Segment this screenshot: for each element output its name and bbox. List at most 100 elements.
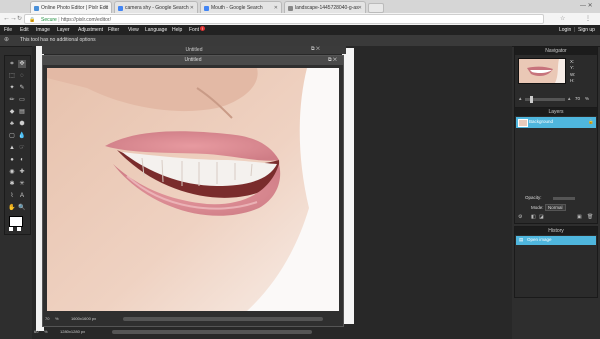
crop-icon[interactable]: ⌗ [8,60,16,68]
bucket-icon[interactable]: ◆ [8,108,16,116]
zoom-slider[interactable] [525,96,565,103]
menu-help[interactable]: Help [172,25,182,35]
layer-name: Background [529,119,554,124]
layer-mask-icon[interactable]: ◧ [531,214,536,220]
eraser-icon[interactable]: ▭ [18,96,26,104]
close-icon[interactable]: ✕ [104,2,108,13]
window-controls-icon[interactable]: — ✕ [580,2,593,9]
clone-stamp-icon[interactable]: ♣ [8,120,16,128]
zoom-unit: % [55,316,59,321]
history-item-label: Open image [527,237,552,242]
zoom-icon[interactable]: 🔍 [18,204,26,212]
back-image-window-title[interactable]: Untitled [42,46,346,54]
menu-view[interactable]: View [128,25,139,35]
window-buttons-icon[interactable]: ⧉ ✕ [328,57,337,63]
foreground-color-swatch[interactable] [9,216,23,227]
browser-tab-camera-shy[interactable]: camera shy - Google Search ✕ [114,1,198,13]
layer-row-background[interactable]: Background 🔒 [516,117,596,128]
image-window-title[interactable]: Untitled [43,56,343,65]
pencil-icon[interactable]: ✎ [18,84,26,92]
opacity-label: Opacity: [525,195,542,200]
close-icon[interactable]: ✕ [274,2,278,13]
gradient-icon[interactable]: ▤ [18,108,26,116]
zoom-value[interactable]: 70 [575,96,580,101]
mouth-photo [47,68,339,311]
horizontal-scrollbar[interactable] [123,317,323,321]
delete-layer-icon[interactable]: 🗑 [587,214,593,220]
tool-options-message: This tool has no additional options [20,37,96,43]
history-row-open-image[interactable]: ▤ Open image [516,236,596,245]
back-arrow-icon[interactable]: ← [3,14,10,24]
smudge-icon[interactable]: ☞ [18,144,26,152]
pixlr-favicon-icon [34,6,39,11]
hand-icon[interactable]: ✋ [8,204,16,212]
sharpen-icon[interactable]: ▲ [8,144,16,152]
new-layer-icon[interactable]: ▣ [577,214,582,220]
drawing-icon[interactable]: ▢ [8,132,16,140]
menu-image[interactable]: Image [36,25,50,35]
nav-w-label: W: [570,72,576,77]
nav-h-label: H: [570,78,575,83]
move-icon[interactable]: ✥ [18,60,26,68]
horizontal-scrollbar[interactable] [112,330,312,334]
marquee-icon[interactable]: ⬚ [8,72,16,80]
red-eye-icon[interactable]: ◉ [8,168,16,176]
layers-panel: Layers Background 🔒 Opacity: Mode: Norma… [514,107,598,224]
menu-layer[interactable]: Layer [57,25,70,35]
eyedropper-icon[interactable]: ⌇ [8,192,16,200]
menu-adjustment[interactable]: Adjustment [78,25,103,35]
navigator-thumbnail[interactable] [518,58,566,84]
menu-language[interactable]: Language [145,25,167,35]
close-icon[interactable]: ✕ [190,2,194,13]
browser-tab-pixlr[interactable]: Online Photo Editor | Pixlr Edit ✕ [30,1,112,13]
spot-heal-icon[interactable]: ✚ [18,168,26,176]
wand-icon[interactable]: ✦ [8,84,16,92]
lock-icon: 🔒 [588,119,594,124]
navigator-panel: Navigator X: Y: W: H: ▲ ▲ 70 % [514,46,598,108]
type-icon[interactable]: A [18,192,26,200]
new-tab-button[interactable] [368,3,384,13]
window-buttons-icon[interactable]: ⧉ ✕ [311,46,320,52]
nav-y-label: Y: [570,65,575,70]
forward-arrow-icon[interactable]: → [10,14,17,24]
browser-tab-mouth[interactable]: Mouth - Google Search ✕ [200,1,282,13]
color-replace-icon[interactable]: ⬢ [18,120,26,128]
layer-settings-icon[interactable]: ⚙ [518,214,522,220]
tab-title: Mouth - Google Search [211,5,263,11]
reset-colors-icon[interactable] [17,227,21,231]
lasso-icon[interactable]: ◌ [18,72,26,80]
image-window: Untitled ⧉ ✕ 70 % 1600x1600 px [42,55,344,327]
swap-colors-icon[interactable] [9,227,13,231]
blur-icon[interactable]: 💧 [18,132,26,140]
tab-title: landscape-1445728040-g-as [295,5,359,11]
blend-mode-select[interactable]: Normal [545,204,566,211]
menu-font[interactable]: Font [189,25,199,35]
zoom-readout[interactable]: 70 [45,314,49,324]
zoom-in-icon[interactable]: ▲ [567,96,571,101]
dodge-icon[interactable]: ◐ [18,156,26,164]
zoom-readout[interactable]: 60 [34,327,38,337]
menu-edit[interactable]: Edit [20,25,29,35]
navigator-preview [519,59,565,83]
bloat-icon[interactable]: ✱ [8,180,16,188]
close-icon[interactable]: ✕ [358,2,362,13]
browser-tab-landscape[interactable]: landscape-1445728040-g-as ✕ [284,1,366,13]
image-dimensions: 1280x1280 px [60,329,86,334]
star-icon[interactable]: ☆ [560,14,565,24]
sponge-icon[interactable]: ● [8,156,16,164]
nav-x-label: X: [570,59,575,64]
url-field[interactable]: 🔒 Secure | https://pixlr.com/editor/ [24,14,544,24]
layer-style-icon[interactable]: ◪ [539,214,544,220]
menu-filter[interactable]: Filter [108,25,119,35]
reload-icon[interactable]: ↻ [17,14,22,24]
login-link[interactable]: Login [559,25,571,35]
brush-icon[interactable]: ✏ [8,96,16,104]
signup-link[interactable]: Sign up [578,25,595,35]
menu-file[interactable]: File [4,25,12,35]
image-canvas[interactable] [47,68,339,311]
pinch-icon[interactable]: ✳ [18,180,26,188]
menu-dots-icon[interactable]: ⋮ [585,14,591,24]
zoom-slider-thumb[interactable] [530,96,533,103]
zoom-out-icon[interactable]: ▲ [518,96,522,101]
opacity-slider[interactable] [553,197,575,200]
